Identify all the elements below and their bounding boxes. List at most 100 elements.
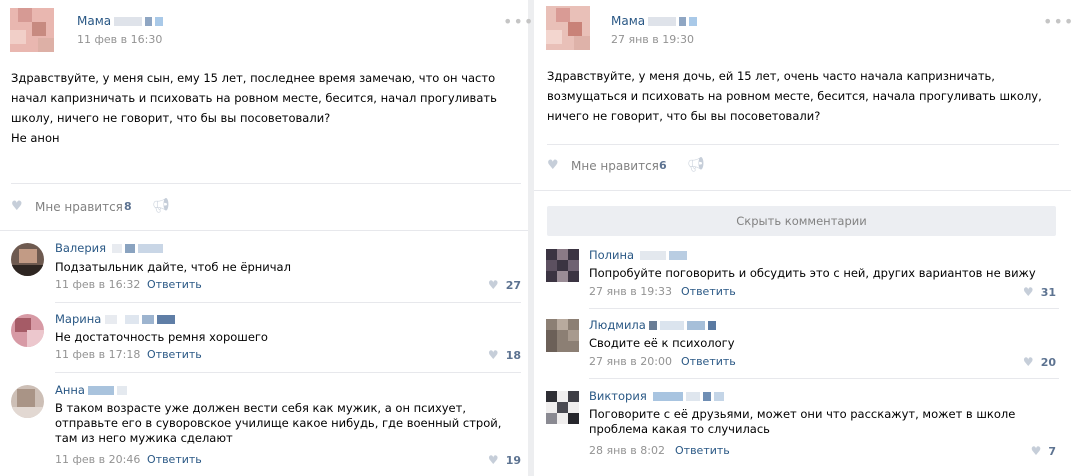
- blurred-name: [145, 17, 153, 26]
- heart-icon: ♥: [11, 199, 23, 214]
- comment-text: В таком возрасте уже должен вести себя к…: [55, 401, 502, 445]
- author-avatar-blurred[interactable]: [10, 8, 54, 52]
- like-button[interactable]: ♥ Мне нравится 8 📢︎: [11, 198, 211, 218]
- more-dots-icon[interactable]: •••: [1043, 14, 1071, 30]
- reply-button[interactable]: Ответить: [147, 278, 202, 291]
- comment-like-count: 31: [1040, 286, 1056, 299]
- comment-author[interactable]: Полина: [589, 248, 688, 262]
- comment-author[interactable]: Людмила: [589, 318, 716, 332]
- blurred-name: [713, 392, 724, 401]
- heart-icon: ♥: [487, 453, 499, 467]
- separator: [0, 230, 528, 231]
- comment-text: Сводите её к психологу: [589, 336, 735, 350]
- comment-date[interactable]: 11 фев в 16:32: [55, 278, 140, 291]
- commenter-avatar-blurred[interactable]: [11, 243, 44, 276]
- like-label: Мне нравится: [571, 159, 659, 173]
- reply-button[interactable]: Ответить: [147, 348, 202, 361]
- separator: [55, 372, 521, 373]
- reply-button[interactable]: Ответить: [147, 453, 202, 466]
- blurred-name: [648, 17, 677, 26]
- blurred-name: [685, 392, 700, 401]
- blurred-name: [659, 321, 684, 330]
- comment-text: Подзатыльник дайте, чтоб не ёрничал: [55, 260, 291, 274]
- heart-icon: ♥: [1030, 444, 1042, 458]
- blurred-name: [686, 321, 705, 330]
- blurred-name: [87, 386, 114, 395]
- commenter-avatar-blurred[interactable]: [546, 319, 579, 352]
- like-button[interactable]: ♥ Мне нравится 6 📢︎: [547, 157, 747, 177]
- post-text: Здравствуйте, у меня сын, ему 15 лет, по…: [11, 71, 497, 145]
- blurred-name: [679, 17, 687, 26]
- comment-author[interactable]: Марина: [55, 312, 176, 326]
- reply-button[interactable]: Ответить: [675, 444, 730, 457]
- blurred-name: [142, 315, 155, 324]
- blurred-name: [652, 392, 683, 401]
- comment-like-button[interactable]: ♥ 18: [481, 348, 521, 362]
- separator: [589, 378, 1059, 379]
- blurred-name: [114, 17, 143, 26]
- comment: Виктория Поговорите с её друзьями, может…: [534, 386, 1071, 470]
- more-dots-icon[interactable]: •••: [503, 14, 534, 30]
- post-right: Мама 27 янв в 19:30 ••• Здравствуйте, у …: [534, 0, 1071, 476]
- comment-date[interactable]: 11 фев в 17:18: [55, 348, 140, 361]
- comment-author[interactable]: Анна: [55, 383, 127, 397]
- post-author[interactable]: Мама: [77, 14, 164, 28]
- comment-author[interactable]: Валерия: [55, 241, 164, 255]
- post-date[interactable]: 27 янв в 19:30: [611, 33, 694, 46]
- comment: Валерия Подзатыльник дайте, чтоб не ёрни…: [0, 240, 528, 298]
- heart-icon: ♥: [547, 158, 559, 173]
- post-author[interactable]: Мама: [611, 14, 698, 28]
- comment-like-button[interactable]: ♥ 7: [1016, 444, 1056, 458]
- comment-like-count: 27: [505, 279, 521, 292]
- post-text: Здравствуйте, у меня дочь, ей 15 лет, оч…: [547, 69, 1042, 123]
- comment-date[interactable]: 27 янв в 20:00: [589, 355, 672, 368]
- comment-author[interactable]: Виктория: [589, 389, 724, 403]
- comment-date[interactable]: 27 янв в 19:33: [589, 285, 672, 298]
- post-date[interactable]: 11 фев в 16:30: [77, 33, 162, 46]
- comment-text: Не достаточность ремня хорошего: [55, 330, 268, 344]
- blurred-name: [125, 244, 136, 253]
- comment: Полина Попробуйте поговорить и обсудить …: [534, 246, 1071, 304]
- author-avatar-blurred[interactable]: [546, 6, 590, 50]
- comment-date[interactable]: 28 янв в 8:02: [589, 444, 665, 457]
- comment-like-count: 7: [1048, 445, 1056, 458]
- megaphone-icon[interactable]: 📢︎: [687, 157, 705, 173]
- blurred-name: [112, 244, 123, 253]
- blurred-name: [689, 17, 698, 26]
- comment-like-count: 20: [1040, 356, 1056, 369]
- commenter-avatar-blurred[interactable]: [11, 385, 44, 418]
- commenter-avatar-blurred[interactable]: [546, 249, 579, 282]
- heart-icon: ♥: [1022, 355, 1034, 369]
- blurred-name: [640, 251, 667, 260]
- reply-button[interactable]: Ответить: [681, 355, 736, 368]
- blurred-name: [155, 17, 164, 26]
- comment: Марина Не достаточность ремня хорошего 1…: [0, 311, 528, 369]
- megaphone-icon[interactable]: 📢︎: [152, 198, 170, 214]
- hide-comments-button[interactable]: Скрыть комментарии: [547, 206, 1056, 236]
- blurred-name: [125, 315, 140, 324]
- comment-like-count: 18: [505, 349, 521, 362]
- commenter-avatar-blurred[interactable]: [11, 314, 44, 347]
- heart-icon: ♥: [487, 348, 499, 362]
- commenter-avatar-blurred[interactable]: [546, 391, 579, 424]
- separator: [11, 183, 521, 184]
- blurred-name: [707, 321, 716, 330]
- like-label: Мне нравится: [35, 200, 123, 214]
- comment-like-count: 19: [505, 454, 521, 467]
- comment: Людмила Сводите её к психологу 27 янв в …: [534, 316, 1071, 374]
- heart-icon: ♥: [1022, 285, 1034, 299]
- blurred-name: [116, 386, 127, 395]
- comment-like-button[interactable]: ♥ 27: [481, 278, 521, 292]
- blurred-name: [702, 392, 711, 401]
- comment-like-button[interactable]: ♥ 31: [1016, 285, 1056, 299]
- comment-text: Попробуйте поговорить и обсудить это с н…: [589, 266, 1036, 280]
- separator: [55, 302, 521, 303]
- blurred-name: [648, 321, 657, 330]
- separator: [547, 144, 1059, 145]
- comment-like-button[interactable]: ♥ 19: [481, 453, 521, 467]
- comment-text: Поговорите с её друзьями, может они что …: [589, 407, 1016, 436]
- comment-like-button[interactable]: ♥ 20: [1016, 355, 1056, 369]
- post-left: Мама 11 фев в 16:30 ••• Здравствуйте, у …: [0, 0, 533, 476]
- reply-button[interactable]: Ответить: [681, 285, 736, 298]
- comment-date[interactable]: 11 фев в 20:46: [55, 453, 140, 466]
